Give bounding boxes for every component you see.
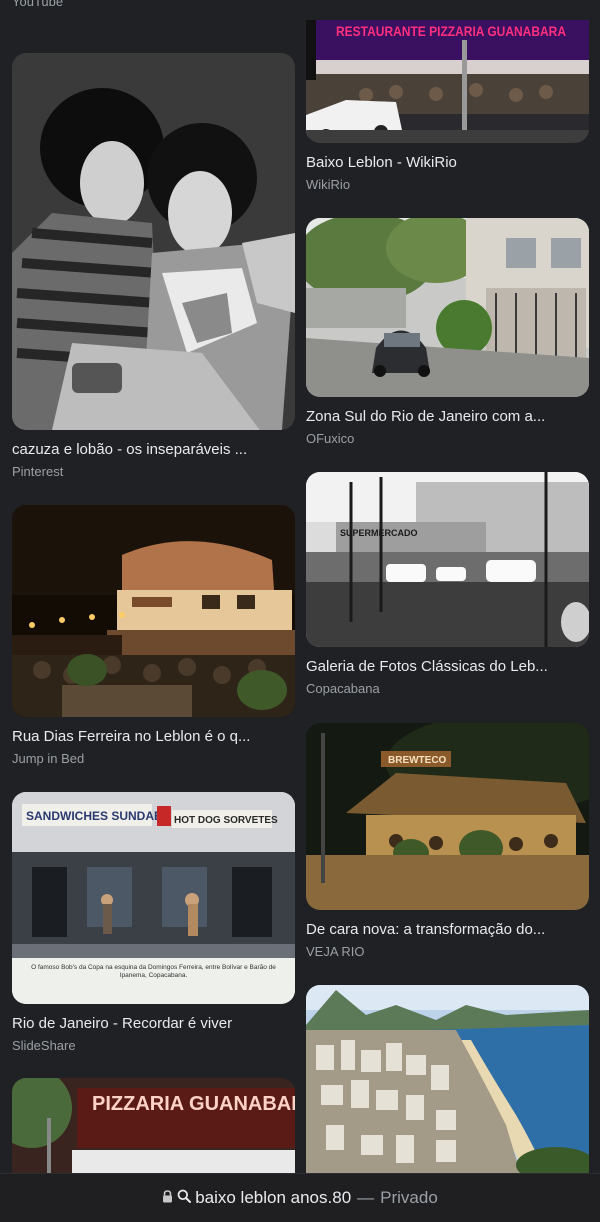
result-title[interactable]: Rio de Janeiro - Recordar é viver bbox=[12, 1014, 282, 1034]
result-thumbnail[interactable]: SANDWICHES SUNDAES HOT DOG SORVETES O fa… bbox=[12, 792, 295, 1004]
result-source: Copacabana bbox=[306, 681, 380, 696]
result-card[interactable]: BREWTECO De cara nova: a transformação d… bbox=[306, 723, 589, 961]
result-card[interactable]: RESTAURANTE PIZZARIA GUANABARA Baixo Leb… bbox=[306, 20, 589, 194]
result-thumbnail[interactable] bbox=[306, 218, 589, 397]
hotdog-sign-text: HOT DOG SORVETES bbox=[174, 815, 278, 826]
night-bar-image bbox=[12, 505, 295, 717]
result-source: VEJA RIO bbox=[306, 944, 365, 959]
result-card[interactable] bbox=[306, 985, 589, 1175]
lock-icon bbox=[162, 1188, 173, 1208]
result-source: Pinterest bbox=[12, 464, 64, 479]
private-mode-label: Privado bbox=[380, 1188, 438, 1207]
result-source: SlideShare bbox=[12, 1038, 76, 1053]
address-bar[interactable]: baixo leblon anos.80 — Privado bbox=[0, 1173, 600, 1222]
result-title[interactable]: Galeria de Fotos Clássicas do Leb... bbox=[306, 657, 576, 677]
search-query-text: baixo leblon anos.80 bbox=[195, 1188, 352, 1207]
sandwiches-sign-text: SANDWICHES SUNDAES bbox=[26, 809, 170, 823]
aerial-beach-image bbox=[306, 985, 589, 1175]
result-thumbnail[interactable]: BREWTECO bbox=[306, 723, 589, 910]
bw-street-image: SUPERMERCADO bbox=[306, 472, 589, 647]
bw-portrait-image bbox=[12, 53, 295, 430]
result-card[interactable]: cazuza e lobão - os inseparáveis ... Pin… bbox=[12, 53, 295, 481]
result-card[interactable]: SANDWICHES SUNDAES HOT DOG SORVETES O fa… bbox=[12, 792, 295, 1055]
result-title[interactable]: Baixo Leblon - WikiRio bbox=[306, 153, 576, 173]
beetle-street-image bbox=[306, 218, 589, 397]
separator-dash: — bbox=[357, 1188, 375, 1207]
search-icon bbox=[177, 1188, 192, 1208]
result-thumbnail[interactable] bbox=[12, 505, 295, 717]
address-bar-url[interactable]: baixo leblon anos.80 — Privado bbox=[162, 1188, 438, 1208]
result-title[interactable]: Rua Dias Ferreira no Leblon é o q... bbox=[12, 727, 282, 747]
result-source: WikiRio bbox=[306, 177, 351, 192]
brewteco-sign-text: BREWTECO bbox=[388, 755, 447, 766]
result-card[interactable]: SUPERMERCADO Galeria de Fotos Clássicas … bbox=[306, 472, 589, 698]
image-caption-text: O famoso Bob's da Copa na esquina da Dom… bbox=[31, 964, 276, 979]
result-thumbnail[interactable]: RESTAURANTE PIZZARIA GUANABARA bbox=[306, 20, 589, 143]
result-thumbnail[interactable] bbox=[12, 53, 295, 430]
result-thumbnail[interactable]: SUPERMERCADO bbox=[306, 472, 589, 647]
result-source: OFuxico bbox=[306, 431, 355, 446]
restaurante-sign-text: RESTAURANTE PIZZARIA GUANABARA bbox=[336, 23, 566, 39]
result-thumbnail[interactable] bbox=[306, 985, 589, 1175]
pizzaria-street-image: RESTAURANTE PIZZARIA GUANABARA bbox=[306, 20, 589, 143]
top-source-text: YouTube bbox=[12, 0, 64, 9]
result-source: Jump in Bed bbox=[12, 751, 85, 766]
result-title[interactable]: cazuza e lobão - os inseparáveis ... bbox=[12, 440, 282, 460]
result-card[interactable]: Rua Dias Ferreira no Leblon é o q... Jum… bbox=[12, 505, 295, 768]
result-title[interactable]: De cara nova: a transformação do... bbox=[306, 920, 576, 940]
bobs-storefront-image: SANDWICHES SUNDAES HOT DOG SORVETES O fa… bbox=[12, 792, 295, 1004]
result-title[interactable]: Zona Sul do Rio de Janeiro com a... bbox=[306, 407, 576, 427]
pizzaria-sign-text: PIZZARIA GUANABARA bbox=[92, 1093, 295, 1115]
result-card[interactable]: Zona Sul do Rio de Janeiro com a... OFux… bbox=[306, 218, 589, 448]
brewteco-bar-image: BREWTECO bbox=[306, 723, 589, 910]
